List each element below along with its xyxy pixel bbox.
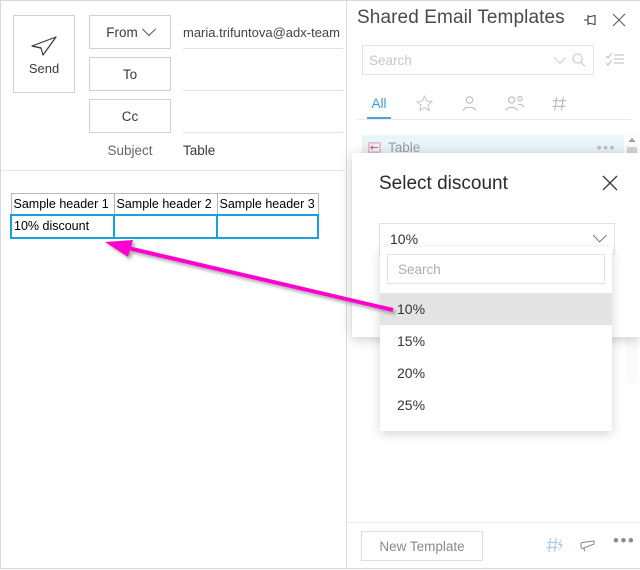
new-template-button[interactable]: New Template (361, 531, 483, 561)
tab-favorites[interactable] (402, 87, 446, 119)
page-title: Shared Email Templates (357, 7, 565, 28)
dropdown-option-15-percent[interactable]: 15% (380, 325, 612, 357)
pin-icon[interactable] (582, 12, 600, 30)
chevron-down-icon[interactable] (553, 50, 567, 64)
tab-personal[interactable] (447, 87, 491, 119)
star-icon (415, 94, 433, 111)
to-field[interactable] (183, 58, 343, 91)
from-button[interactable]: From (89, 15, 171, 49)
hashtag-lightning-icon[interactable] (545, 536, 565, 554)
table-cell[interactable] (113, 213, 218, 239)
dropdown-option-25-percent[interactable]: 25% (380, 389, 612, 421)
table-header-row: Sample header 1 Sample header 2 Sample h… (10, 193, 319, 215)
tab-all[interactable]: All (357, 87, 401, 119)
person-icon (462, 95, 476, 111)
more-dots-icon[interactable]: ••• (613, 532, 634, 554)
megaphone-icon[interactable] (579, 536, 599, 554)
paper-plane-icon (31, 35, 57, 56)
close-icon[interactable] (610, 11, 628, 29)
cc-button[interactable]: Cc (89, 99, 171, 133)
subject-label: Subject (107, 143, 153, 158)
table-cell[interactable] (216, 213, 319, 239)
from-button-label: From (106, 24, 138, 40)
dropdown-search-input[interactable]: Search (387, 254, 605, 284)
mail-body[interactable]: Sample header 1 Sample header 2 Sample h… (1, 172, 345, 568)
mail-compose-pane: Send From To Cc maria.trifuntova@adx-tea… (1, 1, 345, 568)
tab-all-label: All (371, 95, 387, 111)
checklist-icon[interactable] (605, 51, 625, 69)
table-header-cell: Sample header 1 (10, 193, 115, 215)
tab-bar: All (357, 87, 631, 120)
send-button-label: Send (28, 60, 60, 76)
hashtag-icon (551, 96, 566, 110)
people-icon (504, 95, 524, 111)
app-window: Send From To Cc maria.trifuntova@adx-tea… (0, 0, 640, 569)
discount-dropdown: Search 10% 15% 20% 25% (380, 247, 612, 431)
template-icon (368, 141, 381, 153)
to-button[interactable]: To (89, 57, 171, 91)
table-row[interactable]: 10% discount (10, 213, 319, 239)
subject-field[interactable]: Table (183, 143, 215, 158)
chevron-down-icon (141, 22, 156, 37)
sample-table[interactable]: Sample header 1 Sample header 2 Sample h… (10, 193, 319, 239)
dialog-title: Select discount (379, 173, 508, 194)
from-field[interactable]: maria.trifuntova@adx-team (183, 16, 343, 49)
send-button[interactable]: Send (13, 15, 75, 93)
dropdown-option-10-percent[interactable]: 10% (380, 293, 612, 325)
tab-tags[interactable] (537, 87, 581, 119)
chevron-up-icon[interactable] (627, 135, 637, 145)
search-placeholder: Search (369, 52, 412, 68)
close-icon[interactable] (600, 173, 620, 193)
table-header-cell: Sample header 3 (216, 193, 319, 215)
dropdown-search-placeholder: Search (398, 261, 441, 277)
more-dots-icon[interactable]: ••• (597, 140, 616, 154)
table-cell-discount[interactable]: 10% discount (10, 213, 115, 239)
dropdown-option-20-percent[interactable]: 20% (380, 357, 612, 389)
cc-field[interactable] (183, 100, 343, 133)
table-header-cell: Sample header 2 (113, 193, 218, 215)
pane-footer: New Template ••• (347, 522, 639, 568)
search-icon[interactable] (571, 52, 587, 68)
new-template-label: New Template (379, 538, 465, 554)
search-input[interactable]: Search (362, 45, 594, 75)
tab-shared[interactable] (492, 87, 536, 119)
chevron-down-icon (592, 228, 607, 243)
compose-header: Send From To Cc maria.trifuntova@adx-tea… (1, 1, 345, 171)
discount-select-value: 10% (390, 231, 419, 247)
to-button-label: To (122, 66, 138, 82)
cc-button-label: Cc (121, 108, 139, 124)
